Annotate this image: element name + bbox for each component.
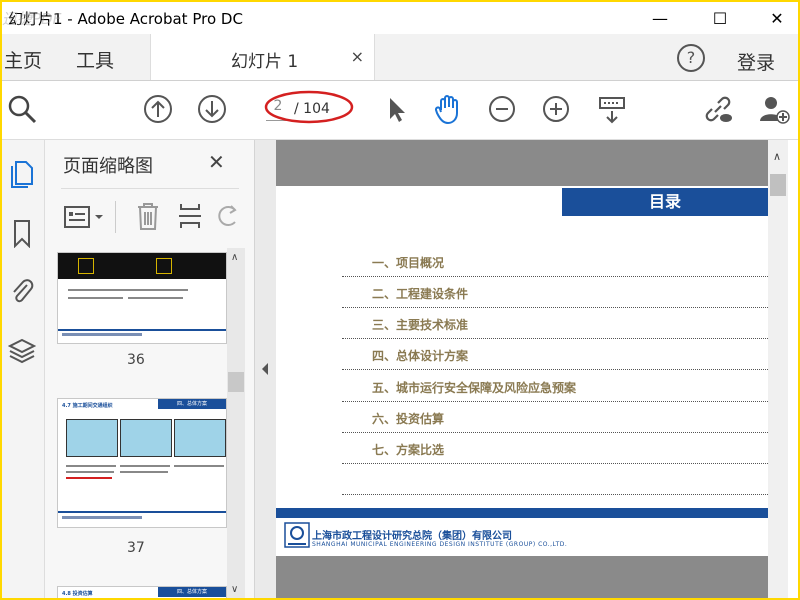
panel-title: 页面缩略图	[63, 156, 153, 177]
thumb38-header-left: 4.8 投资估算	[62, 591, 93, 597]
toc-item[interactable]: 一、项目概况	[342, 246, 768, 277]
thumbnail-label: 37	[127, 540, 145, 556]
share-link-icon[interactable]	[702, 93, 734, 125]
thumbnail-list: 36 4.7 施工期间交通组织 四、总体方案 37 4.8 投资估算 四、总体方	[55, 248, 243, 598]
scroll-mode-icon[interactable]	[596, 93, 628, 125]
tab-bar: 主页 工具 幻灯片 1 × ? 登录	[2, 34, 798, 81]
toc-item[interactable]: 七、方案比选	[342, 433, 768, 464]
toc-item[interactable]: 六、投资估算	[342, 402, 768, 433]
toc-blank-line	[342, 464, 768, 495]
hand-tool-icon[interactable]	[432, 93, 464, 125]
tab-document-label: 幻灯片 1	[231, 52, 299, 72]
thumbnail-scrollbar[interactable]: ∧ ∨	[227, 248, 245, 598]
thumb37-header-left: 4.7 施工期间交通组织	[62, 403, 113, 409]
previous-page-icon[interactable]	[142, 93, 174, 125]
company-name-cn: 上海市政工程设计研究总院（集团）有限公司	[312, 531, 512, 542]
document-scrollbar[interactable]: ∧	[768, 140, 788, 598]
thumbnail-page-37[interactable]: 4.7 施工期间交通组织 四、总体方案	[57, 398, 227, 528]
layers-icon[interactable]	[8, 336, 36, 366]
page-thumbnails-icon[interactable]	[8, 158, 36, 188]
minimize-button[interactable]: —	[637, 2, 683, 34]
select-cursor-icon[interactable]	[380, 93, 412, 125]
main-toolbar: 2 / 104	[2, 81, 798, 140]
next-page-icon[interactable]	[196, 93, 228, 125]
maximize-button[interactable]: ☐	[697, 2, 743, 34]
company-logo	[284, 522, 310, 548]
acrobat-window: 幻灯片1 - Adobe Acrobat Pro DC 迅捷PDF — ☐ ✕ …	[2, 2, 798, 598]
toc-item[interactable]: 五、城市运行安全保障及风险应急预案	[342, 371, 768, 402]
close-window-button[interactable]: ✕	[754, 2, 798, 34]
zoom-in-icon[interactable]	[540, 93, 572, 125]
panel-toolbar	[61, 188, 239, 247]
tab-close-button[interactable]: ×	[351, 47, 364, 66]
toc-item[interactable]: 四、总体设计方案	[342, 339, 768, 370]
watermark-text: 迅捷PDF	[2, 10, 62, 28]
bookmark-icon[interactable]	[8, 218, 36, 248]
tab-home[interactable]: 主页	[4, 46, 42, 73]
thumbnail-options-icon[interactable]	[63, 203, 107, 231]
collapse-arrow-icon	[262, 363, 268, 375]
document-page: 目录 一、项目概况 二、工程建设条件 三、主要技术标准 四、总体设计方案 五、城…	[276, 186, 768, 556]
trash-icon[interactable]	[135, 201, 161, 231]
thumbnail-scroll-thumb[interactable]	[228, 372, 244, 392]
tab-document[interactable]: 幻灯片 1 ×	[150, 34, 375, 80]
toc-item[interactable]: 二、工程建设条件	[342, 277, 768, 308]
login-button[interactable]: 登录	[737, 48, 775, 75]
rotate-icon[interactable]	[217, 201, 239, 231]
add-user-icon[interactable]	[758, 93, 790, 125]
thumbnail-page-36[interactable]	[57, 252, 227, 344]
thumbnail-page-38[interactable]: 4.8 投资估算 四、总体方案	[57, 586, 227, 598]
toolbar-divider	[115, 201, 116, 233]
thumbnails-panel: 页面缩略图 ✕ 36 4.7 施工期间交通组织 四、总体方案 37 4.8 投资…	[45, 140, 255, 598]
title-bar: 幻灯片1 - Adobe Acrobat Pro DC 迅捷PDF — ☐ ✕	[2, 2, 798, 34]
tab-tools[interactable]: 工具	[76, 46, 114, 73]
panel-close-button[interactable]: ✕	[208, 150, 225, 174]
zoom-out-icon[interactable]	[486, 93, 518, 125]
thumb38-header-right: 四、总体方案	[158, 587, 226, 597]
help-button[interactable]: ?	[677, 44, 705, 72]
company-name-en: SHANGHAI MUNICIPAL ENGINEERING DESIGN IN…	[312, 541, 568, 548]
document-viewer: 目录 一、项目概况 二、工程建设条件 三、主要技术标准 四、总体设计方案 五、城…	[276, 140, 768, 598]
thumbnail-label: 36	[127, 352, 145, 368]
left-navigation-rail	[2, 140, 45, 598]
red-ellipse-annotation	[264, 90, 354, 124]
document-scroll-thumb[interactable]	[770, 174, 786, 196]
toc-item[interactable]: 三、主要技术标准	[342, 308, 768, 339]
thumb37-header-right: 四、总体方案	[158, 399, 226, 409]
extract-pages-icon[interactable]	[177, 201, 203, 231]
panel-collapse-handle[interactable]	[255, 140, 276, 598]
footer-bar	[276, 508, 768, 518]
attachment-icon[interactable]	[8, 276, 36, 306]
toc-title: 目录	[562, 188, 768, 216]
search-icon[interactable]	[6, 93, 38, 125]
